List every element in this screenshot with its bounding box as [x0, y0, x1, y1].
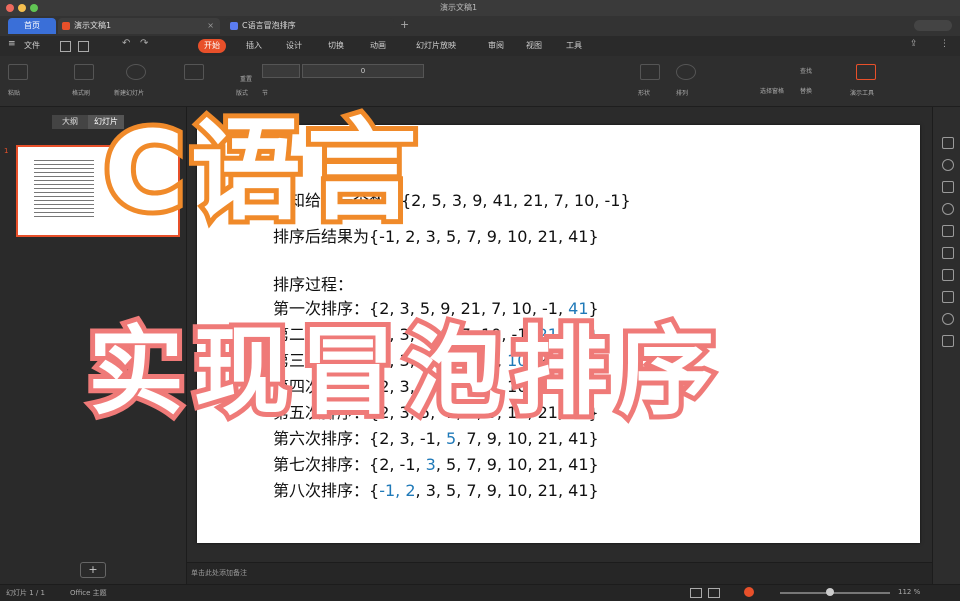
slide-info: 幻灯片 1 / 1: [6, 589, 45, 597]
notes-bar[interactable]: 单击此处添加备注: [187, 562, 932, 585]
zoom-slider-handle[interactable]: [826, 588, 834, 596]
menu-review[interactable]: 审阅: [482, 39, 510, 53]
replace-button[interactable]: 替换: [800, 86, 812, 95]
hamburger-icon[interactable]: ≡: [8, 39, 16, 49]
tab-document[interactable]: C语言冒泡排序: [226, 18, 394, 34]
menu-view[interactable]: 视图: [520, 39, 548, 53]
sort-step-values: {2, -1,: [369, 455, 426, 474]
layout-button[interactable]: [184, 64, 204, 80]
menu-insert[interactable]: 插入: [240, 39, 268, 53]
menu-home[interactable]: 开始: [198, 39, 226, 53]
help-icon[interactable]: [942, 335, 954, 347]
overlay-title-sort: 实现冒泡排序: [83, 311, 724, 433]
ribbon-toolbar: 粘贴 格式刷 新建幻灯片 版式 节 0 重置 形状 排列 查找 替换 选择窗格 …: [0, 56, 960, 107]
menu-slideshow[interactable]: 幻灯片放映: [410, 39, 462, 53]
share-icon[interactable]: ⇪: [910, 39, 918, 49]
menu-design[interactable]: 设计: [280, 39, 308, 53]
paste-button[interactable]: [8, 64, 28, 80]
object-icon[interactable]: [942, 159, 954, 171]
sort-step-highlight: -1, 2: [379, 481, 416, 500]
zoom-level: 112 %: [898, 588, 921, 596]
effects-icon[interactable]: [942, 247, 954, 259]
maximize-window-button[interactable]: [30, 4, 38, 12]
add-slide-button[interactable]: +: [80, 562, 106, 578]
new-slide-button[interactable]: [126, 64, 146, 80]
user-avatar[interactable]: [914, 20, 952, 31]
menu-tools[interactable]: 工具: [560, 39, 588, 53]
zoom-slider[interactable]: [780, 592, 890, 594]
slide-process-title: 排序过程：: [273, 275, 354, 294]
more-icon[interactable]: ⋮: [940, 39, 949, 49]
sorter-view-icon[interactable]: [708, 588, 720, 598]
animation-icon[interactable]: [942, 203, 954, 215]
play-icon[interactable]: [744, 587, 754, 597]
sort-step-values-tail: , 3, 5, 7, 9, 10, 21, 41}: [415, 481, 599, 500]
print-icon[interactable]: [78, 41, 89, 52]
tab-bar: 首页 演示文稿1 × C语言冒泡排序 +: [0, 16, 960, 36]
overlay-title-c: C语言: [99, 102, 423, 240]
menu-animations[interactable]: 动画: [364, 39, 392, 53]
minimize-window-button[interactable]: [18, 4, 26, 12]
sort-step-label: 第七次排序：: [273, 455, 370, 474]
template-icon[interactable]: [942, 269, 954, 281]
tab-presentation[interactable]: 演示文稿1 ×: [58, 18, 220, 34]
tab-home[interactable]: 首页: [8, 18, 56, 34]
sort-step-line: 第七次排序：{2, -1, 3, 5, 7, 9, 10, 21, 41}: [273, 451, 599, 475]
undo-icon[interactable]: ↶: [122, 38, 130, 49]
arrange-button[interactable]: [676, 64, 696, 80]
presentation-icon: [62, 22, 70, 30]
backup-icon[interactable]: [942, 291, 954, 303]
normal-view-icon[interactable]: [690, 588, 702, 598]
transition-icon[interactable]: [942, 225, 954, 237]
menu-file[interactable]: 文件: [18, 39, 46, 53]
menu-bar: ≡ 文件 ↶ ↷ 开始 插入 设计 切换 动画 幻灯片放映 审阅 视图 工具 ⇪…: [0, 36, 960, 57]
presenter-tools-button[interactable]: [856, 64, 876, 80]
document-icon: [230, 22, 238, 30]
settings-icon[interactable]: [942, 313, 954, 325]
find-button[interactable]: 查找: [800, 66, 812, 75]
thumbnail-text-lines: [34, 157, 94, 217]
format-painter-button[interactable]: [74, 64, 94, 80]
close-window-button[interactable]: [6, 4, 14, 12]
window-title: 演示文稿1: [440, 3, 478, 12]
sort-step-line: 第八次排序：{-1, 2, 3, 5, 7, 9, 10, 21, 41}: [273, 477, 599, 501]
selection-pane-button[interactable]: 选择窗格: [760, 86, 784, 95]
theme-name: Office 主题: [70, 589, 107, 597]
sort-step-values-tail: , 5, 7, 9, 10, 21, 41}: [435, 455, 599, 474]
close-tab-icon[interactable]: ×: [207, 18, 214, 34]
title-bar: 演示文稿1: [0, 0, 960, 16]
font-family-select[interactable]: [262, 64, 300, 78]
save-icon[interactable]: [60, 41, 71, 52]
slide-thumb-index: 1: [4, 147, 9, 155]
format-icon[interactable]: [942, 181, 954, 193]
new-tab-icon[interactable]: +: [400, 18, 409, 31]
menu-transitions[interactable]: 切换: [322, 39, 350, 53]
tab-outline[interactable]: 大纲: [52, 115, 88, 129]
redo-icon[interactable]: ↷: [140, 38, 148, 49]
right-sidebar: [932, 107, 960, 584]
sort-step-highlight: 3: [425, 455, 436, 474]
status-bar: 幻灯片 1 / 1 Office 主题 112 %: [0, 584, 960, 601]
notes-placeholder: 单击此处添加备注: [191, 569, 247, 577]
shape-button[interactable]: [640, 64, 660, 80]
sort-step-values: {: [369, 481, 380, 500]
font-size-input[interactable]: 0: [302, 64, 424, 78]
properties-icon[interactable]: [942, 137, 954, 149]
sort-step-label: 第八次排序：: [273, 481, 370, 500]
